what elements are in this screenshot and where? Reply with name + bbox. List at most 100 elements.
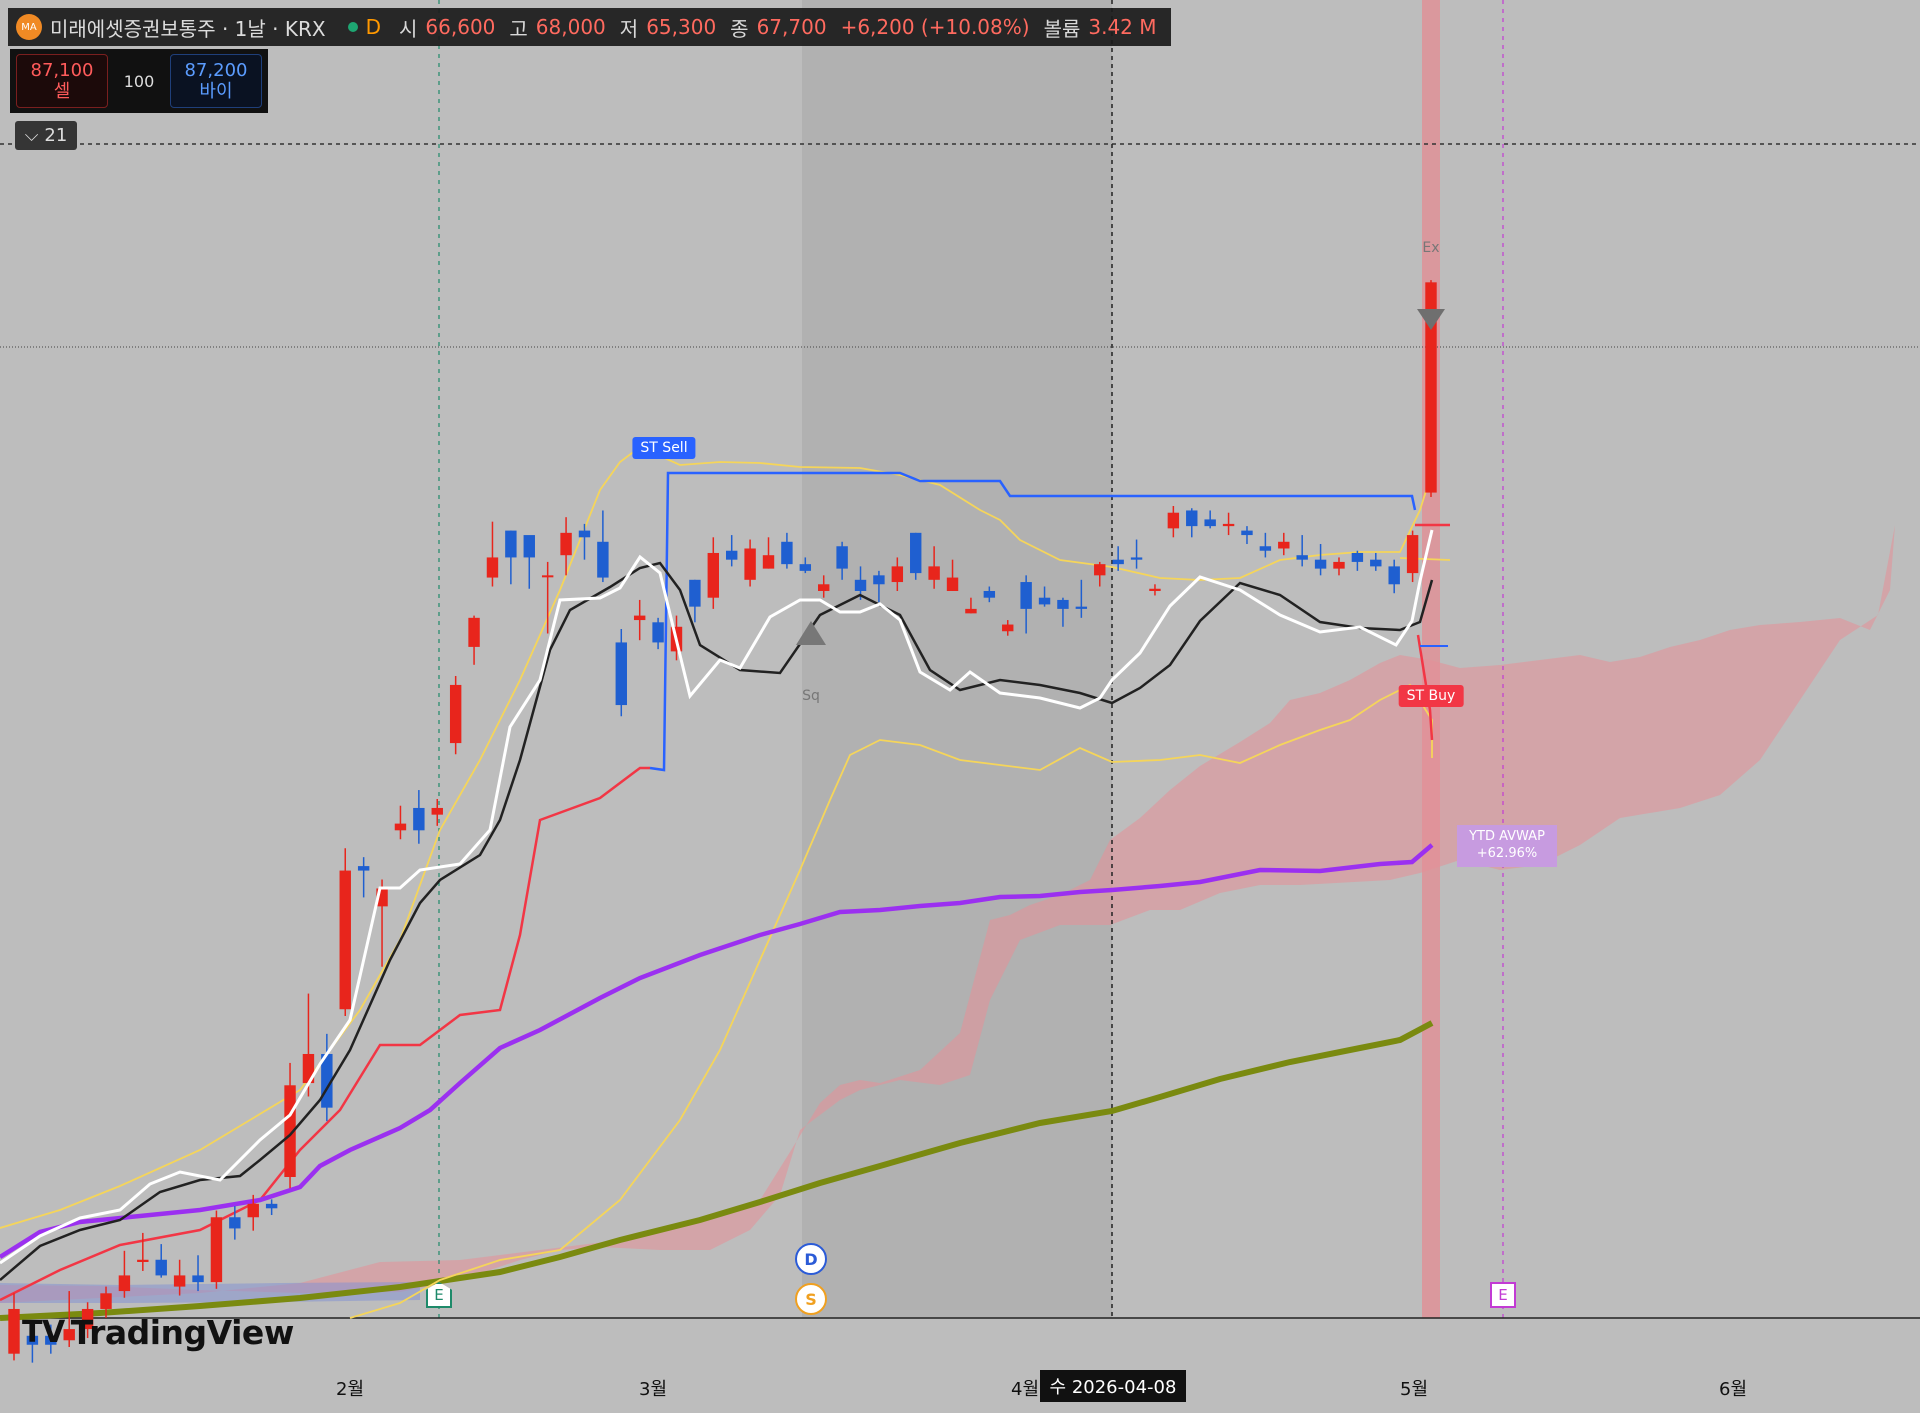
candle-body — [836, 546, 848, 569]
volume-value: 3.42 M — [1088, 15, 1157, 39]
candle-body — [173, 1275, 186, 1287]
chevron-down-icon: ⌵ — [24, 125, 39, 146]
candle-body — [486, 557, 499, 578]
candle-body — [1296, 555, 1308, 560]
candle-body — [1259, 546, 1272, 551]
chart-area[interactable]: MA 미래에셋증권보통주 · 1날 · KRX D 시 66,600 고 68,00… — [0, 0, 1920, 1413]
earnings-event-icon-upcoming[interactable]: E — [1490, 1282, 1516, 1308]
change-value: +6,200 (+10.08%) — [840, 15, 1030, 39]
candle-body — [1278, 541, 1290, 549]
candle-body — [541, 575, 554, 578]
candle-body — [615, 642, 627, 706]
low-label: 저 — [619, 16, 639, 41]
candle-body — [781, 541, 793, 565]
candle-body — [449, 684, 462, 744]
candle-body — [725, 550, 738, 560]
candle-body — [1075, 606, 1088, 609]
candle-body — [983, 590, 996, 598]
candle-body — [339, 870, 351, 1010]
candle-body — [818, 584, 830, 591]
symbol-logo: MA — [16, 14, 42, 40]
candle-body — [891, 566, 904, 583]
candle-body — [1222, 523, 1235, 527]
buy-price: 87,200 — [184, 60, 248, 81]
candle-body — [431, 807, 443, 815]
st-buy-label: ST Buy — [1398, 685, 1464, 707]
candle-body — [873, 575, 885, 585]
x-tick-label: 3월 — [638, 1379, 668, 1400]
exit-label: Ex — [1422, 240, 1440, 256]
candle-body — [689, 579, 701, 607]
candle-body — [762, 555, 775, 569]
candle-body — [1094, 564, 1106, 576]
candle-body — [1167, 512, 1180, 529]
candle-body — [413, 807, 425, 831]
highlight-bar — [1422, 0, 1440, 1318]
candle-body — [394, 823, 407, 831]
sell-price: 87,100 — [30, 60, 94, 81]
candle-body — [928, 566, 940, 580]
open-value: 66,600 — [425, 15, 496, 39]
candle-body — [155, 1259, 167, 1276]
close-label: 종 — [730, 16, 749, 41]
st-sell-label: ST Sell — [632, 437, 696, 459]
candle-body — [1149, 588, 1161, 591]
candle-body — [118, 1275, 131, 1292]
candle-body — [229, 1217, 241, 1229]
low-value: 65,300 — [646, 15, 717, 39]
sell-label: 셀 — [53, 81, 71, 102]
candle-body — [633, 615, 646, 621]
candle-body — [468, 617, 480, 647]
candle-body — [210, 1217, 223, 1283]
high-value: 68,000 — [535, 15, 606, 39]
sell-button[interactable]: 87,100 셀 — [16, 54, 108, 108]
symbol-title[interactable]: 미래에셋증권보통주 · 1날 · KRX — [50, 13, 326, 42]
open-label: 시 — [399, 16, 418, 41]
buy-label: 바이 — [199, 81, 233, 102]
x-tick-label: 2월 — [335, 1379, 365, 1400]
dividend-event-icon[interactable]: D — [795, 1243, 827, 1275]
candle-body — [910, 532, 922, 574]
candle-body — [505, 530, 517, 558]
candle-body — [1314, 559, 1327, 569]
price-chart[interactable] — [0, 0, 1920, 1413]
indicator-count: 21 — [44, 125, 68, 146]
avwap-value: +62.96% — [1476, 846, 1538, 861]
buy-button[interactable]: 87,200 바이 — [169, 54, 262, 108]
crosshair-date-label: 수 2026-04-08 — [1040, 1370, 1186, 1402]
candle-body — [1186, 510, 1198, 527]
tradingview-logo[interactable]: 𝗧𝗩 TradingView — [22, 1313, 294, 1352]
candle-body — [578, 530, 591, 538]
candle-body — [247, 1203, 259, 1218]
candle-body — [8, 1308, 20, 1354]
high-label: 고 — [509, 16, 528, 41]
candle-body — [1002, 624, 1014, 632]
candle-body — [1333, 561, 1345, 569]
candle-body — [799, 564, 812, 571]
indicator-toggle-button[interactable]: ⌵ 21 — [15, 121, 77, 150]
candle-body — [1130, 557, 1143, 560]
candle-body — [1020, 582, 1032, 609]
avwap-label: YTD AVWAP +62.96% — [1457, 825, 1557, 867]
candle-body — [100, 1293, 112, 1309]
x-tick-label: 5월 — [1399, 1379, 1429, 1400]
candle-body — [523, 535, 535, 558]
candle-body — [1057, 599, 1069, 609]
candle-body — [1351, 552, 1364, 562]
candle-body — [854, 579, 867, 591]
x-tick-label: 4월 — [1010, 1379, 1040, 1400]
candle-body — [1241, 530, 1253, 536]
avwap-name: YTD AVWAP — [1469, 829, 1545, 844]
candle-body — [1112, 559, 1124, 565]
candle-body — [707, 552, 720, 598]
candle-body — [357, 866, 370, 871]
split-event-icon[interactable]: S — [795, 1283, 827, 1315]
candle-body — [192, 1275, 204, 1283]
candle-body — [1406, 535, 1419, 574]
trade-panel: 87,100 셀 100 87,200 바이 — [10, 49, 268, 113]
candle-body — [1038, 597, 1051, 605]
timeframe-badge: D — [365, 15, 381, 39]
candle-body — [1204, 519, 1216, 527]
order-quantity[interactable]: 100 — [124, 72, 155, 91]
symbol-legend[interactable]: MA 미래에셋증권보통주 · 1날 · KRX D 시 66,600 고 68,00… — [8, 8, 1171, 46]
